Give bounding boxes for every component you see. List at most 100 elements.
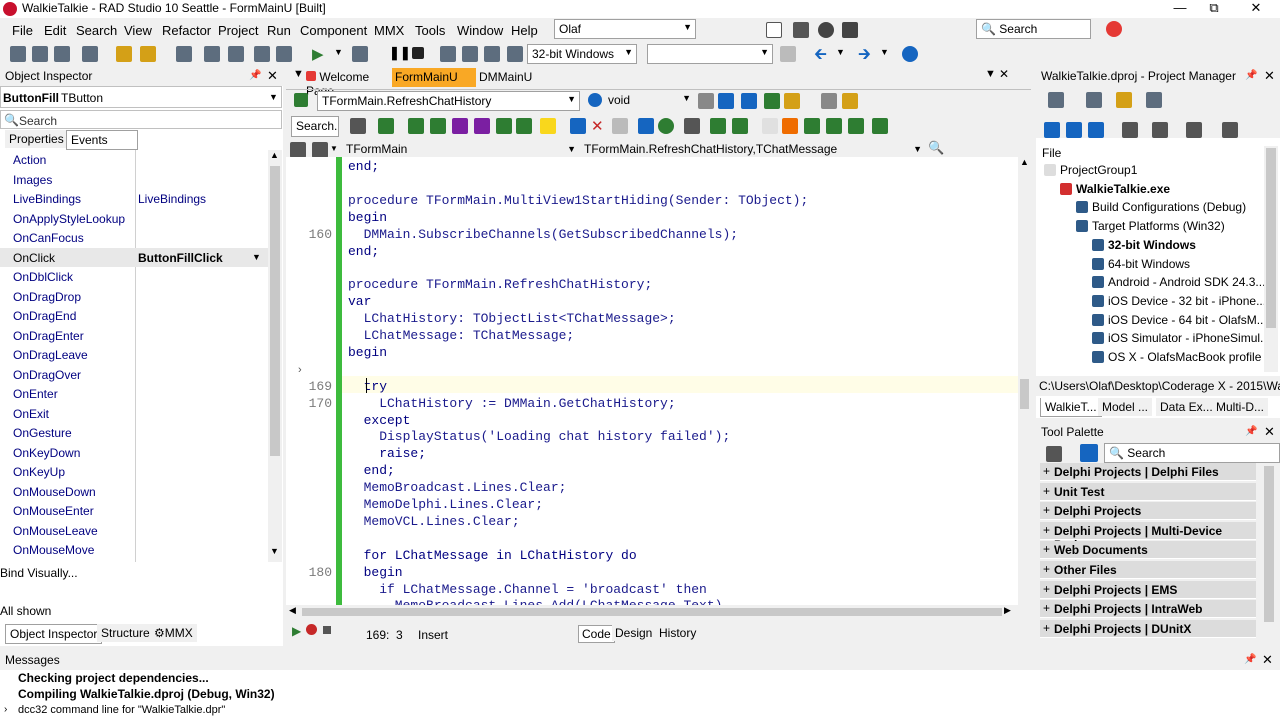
scroll-thumb[interactable] <box>1020 379 1029 409</box>
restore-button[interactable]: ⧉ <box>1194 0 1234 18</box>
tab-object-inspector[interactable]: Object Inspector <box>5 624 103 644</box>
tab-formmainu[interactable]: FormMainU <box>392 68 476 87</box>
device-combo[interactable]: ▼ <box>647 44 773 64</box>
open-project-icon[interactable] <box>116 46 132 62</box>
tab-structure[interactable]: Structure <box>97 624 154 642</box>
tab-design[interactable]: Design <box>612 625 656 641</box>
folder-icon[interactable] <box>1116 92 1132 108</box>
event-row[interactable]: OnGesture <box>0 423 268 443</box>
toolbar-e-icon[interactable] <box>474 118 490 134</box>
toolbar-k-icon[interactable] <box>658 118 674 134</box>
var-icon[interactable] <box>718 93 734 109</box>
tab-events[interactable]: Events <box>66 130 138 150</box>
toolbar-l-icon[interactable] <box>684 118 700 134</box>
step-over-icon[interactable] <box>440 46 456 62</box>
code-line[interactable]: procedure TFormMain.MultiView1StartHidin… <box>348 193 808 208</box>
expand-icon[interactable]: + <box>1043 484 1050 498</box>
code-line[interactable]: LChatHistory: TObjectList<TChatMessage>; <box>348 311 676 326</box>
editor-hscroll[interactable]: ◀ ▶ <box>286 605 1018 619</box>
palette-category[interactable]: + Delphi Projects <box>1040 502 1256 521</box>
options-icon[interactable] <box>1186 122 1202 138</box>
menu-help[interactable]: Help <box>511 23 538 38</box>
code-line[interactable]: MemoVCL.Lines.Clear; <box>348 514 520 529</box>
save-as-icon[interactable] <box>228 46 244 62</box>
pin-icon[interactable]: 📌 <box>249 70 261 81</box>
record-macro-icon[interactable] <box>306 624 317 635</box>
toolbar-h-icon[interactable] <box>540 118 556 134</box>
event-value[interactable]: LiveBindings <box>138 192 206 206</box>
chevron-down-icon[interactable]: ▼ <box>330 144 338 153</box>
layout-icon[interactable] <box>793 22 809 38</box>
code-line[interactable]: end; <box>348 244 379 259</box>
tree-node[interactable]: iOS Device - 32 bit - iPhone.... <box>1092 294 1269 308</box>
scroll-left-icon[interactable]: ◀ <box>289 605 296 616</box>
menu-run[interactable]: Run <box>267 23 291 38</box>
pause-icon[interactable]: ❚❚ <box>389 45 411 61</box>
event-row[interactable]: OnDragEnter <box>0 326 268 346</box>
scroll-thumb[interactable] <box>1264 466 1274 622</box>
toolbar-j-icon[interactable] <box>638 118 654 134</box>
tree-node[interactable]: Android - Android SDK 24.3.... <box>1092 275 1269 289</box>
pm-scrollbar[interactable] <box>1264 146 1278 372</box>
code-line[interactable]: MemoBroadcast.Lines.Clear; <box>348 480 567 495</box>
code-line[interactable]: var <box>348 294 371 309</box>
menu-file[interactable]: File <box>12 23 33 38</box>
toolbar-p-icon[interactable] <box>782 118 798 134</box>
code-line[interactable]: end; <box>348 159 379 174</box>
remove-file-icon[interactable] <box>276 46 292 62</box>
editor-vscroll[interactable]: ▲ <box>1018 157 1031 605</box>
code-line[interactable]: end; <box>348 463 395 478</box>
event-row[interactable]: OnMouseMove <box>0 540 268 560</box>
field-icon[interactable] <box>741 93 757 109</box>
tab-welcome-page[interactable]: Welcome Page <box>306 70 394 98</box>
code-line[interactable]: begin <box>348 565 403 580</box>
code-line[interactable]: MemoDelphi.Lines.Clear; <box>348 497 543 512</box>
event-row[interactable]: OnDragOver <box>0 365 268 385</box>
message-line[interactable]: dcc32 command line for "WalkieTalkie.dpr… <box>18 704 225 716</box>
filter-icon[interactable] <box>1152 122 1168 138</box>
close-icon[interactable]: ✕ <box>1264 68 1275 84</box>
stop-icon[interactable] <box>412 47 424 59</box>
run-dropdown-icon[interactable]: ▼ <box>334 47 343 57</box>
event-row[interactable]: OnMouseDown <box>0 482 268 502</box>
event-row[interactable]: OnDragLeave <box>0 345 268 365</box>
run-until-return-icon[interactable] <box>484 46 500 62</box>
event-row[interactable]: OnKeyDown <box>0 443 268 463</box>
toolbar-c-icon[interactable] <box>430 118 446 134</box>
code-line[interactable]: begin <box>348 345 387 360</box>
tab-walkietalkie[interactable]: WalkieT... <box>1040 398 1102 417</box>
class-combo[interactable]: TFormMain ▼ <box>346 142 576 158</box>
menu-component[interactable]: Component <box>300 23 367 38</box>
collapse-icon[interactable] <box>1088 122 1104 138</box>
code-line[interactable]: try <box>348 379 387 394</box>
sync-icon[interactable] <box>1044 122 1060 138</box>
tree-node[interactable]: 32-bit Windows <box>1092 238 1196 252</box>
palette-category[interactable]: +Delphi Projects | Multi-Device Proje... <box>1040 521 1256 552</box>
code-editor[interactable]: end; procedure TFormMain.MultiView1StartH… <box>286 157 1018 605</box>
palette-category[interactable]: + Delphi Projects | DUnitX <box>1040 619 1256 638</box>
find-icon[interactable] <box>350 118 366 134</box>
bind-visually-link[interactable]: Bind Visually... <box>0 566 78 580</box>
event-row[interactable]: OnMouseEnter <box>0 501 268 521</box>
close-icon[interactable]: ✕ <box>1262 652 1273 668</box>
toolbar-s-icon[interactable] <box>848 118 864 134</box>
palette-category[interactable]: + Delphi Projects | IntraWeb <box>1040 600 1256 619</box>
tree-node[interactable]: WalkieTalkie.exe <box>1060 182 1170 196</box>
palette-category[interactable]: + Delphi Projects | Delphi Files <box>1040 463 1256 481</box>
palette-category[interactable]: + Web Documents <box>1040 541 1256 560</box>
toolbar-b-icon[interactable] <box>408 118 424 134</box>
code-line[interactable]: procedure TFormMain.RefreshChatHistory; <box>348 277 652 292</box>
filter-icon[interactable] <box>1080 444 1098 462</box>
toolbar-f-icon[interactable] <box>496 118 512 134</box>
menu-window[interactable]: Window <box>457 23 503 38</box>
tree-node[interactable]: ProjectGroup1 <box>1044 163 1137 177</box>
event-row[interactable]: OnDblClick <box>0 267 268 287</box>
toolbar-q-icon[interactable] <box>804 118 820 134</box>
platform-combo[interactable]: 32-bit Windows ▼ <box>527 44 637 64</box>
menu-edit[interactable]: Edit <box>44 23 66 38</box>
palette-category[interactable]: + Unit Test <box>1040 482 1256 501</box>
menu-mmx[interactable]: MMX <box>374 23 404 38</box>
expand-icon[interactable]: + <box>1043 621 1050 635</box>
pin-icon[interactable]: 📌 <box>1245 426 1257 437</box>
event-row[interactable]: Action <box>0 150 268 170</box>
